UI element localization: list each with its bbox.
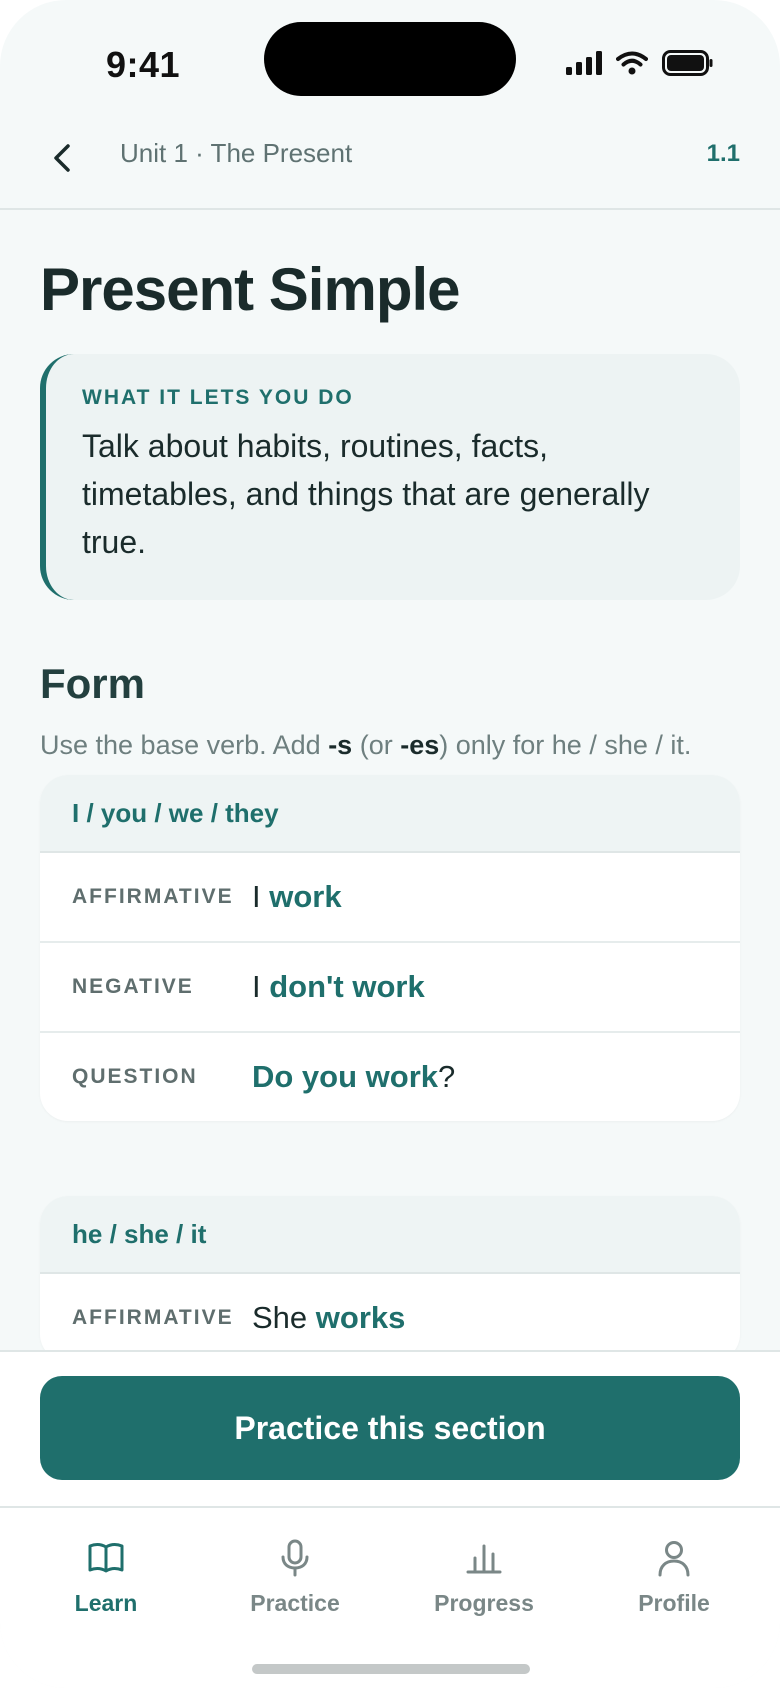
tab-label: Practice bbox=[250, 1590, 340, 1616]
form-description: Use the base verb. Add -s (or -es) only … bbox=[40, 724, 750, 766]
bottom-tab-bar: Learn Practice Progress Profile bbox=[0, 1508, 780, 1688]
page-title: Present Simple bbox=[40, 256, 461, 323]
back-chevron-icon[interactable] bbox=[46, 138, 80, 178]
phone-screen: 9:41 Unit 1 · The Present 1.1 Present Si… bbox=[0, 0, 780, 1688]
row-example: Do you work? bbox=[252, 1059, 455, 1095]
lesson-content[interactable]: Present Simple WHAT IT LETS YOU DO Talk … bbox=[0, 210, 780, 1350]
row-example: I don't work bbox=[252, 969, 425, 1005]
example-subject: I bbox=[252, 969, 270, 1004]
form-desc-suffix-s: -s bbox=[328, 730, 353, 760]
card-header: he / she / it bbox=[40, 1196, 740, 1274]
form-desc-end: ) only for he / she / it. bbox=[439, 730, 692, 760]
row-example: I work bbox=[252, 879, 342, 915]
battery-icon bbox=[662, 50, 713, 76]
row-label: AFFIRMATIVE bbox=[72, 1306, 234, 1329]
form-desc-start: Use the base verb. Add bbox=[40, 730, 329, 760]
form-desc-mid: (or bbox=[352, 730, 401, 760]
table-row: AFFIRMATIVE I work bbox=[40, 853, 740, 943]
top-nav-bar: Unit 1 · The Present 1.1 bbox=[0, 130, 780, 210]
breadcrumb: Unit 1 · The Present bbox=[120, 138, 353, 168]
tab-practice[interactable]: Practice bbox=[215, 1538, 375, 1617]
conjugation-card-third-person: he / she / it AFFIRMATIVE She works bbox=[40, 1196, 740, 1350]
example-subject: I bbox=[252, 879, 270, 914]
purpose-callout: WHAT IT LETS YOU DO Talk about habits, r… bbox=[40, 354, 740, 600]
section-number: 1.1 bbox=[706, 140, 740, 167]
person-icon bbox=[658, 1541, 690, 1577]
tab-progress[interactable]: Progress bbox=[404, 1538, 564, 1617]
book-icon bbox=[88, 1543, 124, 1573]
tab-profile[interactable]: Profile bbox=[594, 1538, 754, 1617]
example-verb: works bbox=[315, 1300, 406, 1335]
row-label: AFFIRMATIVE bbox=[72, 885, 234, 908]
example-subject: She bbox=[252, 1300, 316, 1335]
form-heading: Form bbox=[40, 660, 145, 707]
table-row: AFFIRMATIVE She works bbox=[40, 1274, 740, 1350]
example-verb: don't work bbox=[269, 969, 425, 1004]
conjugation-card-plural: I / you / we / they AFFIRMATIVE I work N… bbox=[40, 775, 740, 1121]
microphone-icon bbox=[281, 1539, 309, 1577]
tab-learn[interactable]: Learn bbox=[26, 1538, 186, 1617]
cta-bar: Practice this section bbox=[0, 1350, 780, 1508]
status-time: 9:41 bbox=[106, 44, 181, 85]
table-row: QUESTION Do you work? bbox=[40, 1033, 740, 1121]
example-verb: work bbox=[269, 879, 342, 914]
example-tail: ? bbox=[438, 1059, 456, 1094]
example-verb: Do you work bbox=[252, 1059, 439, 1094]
card-header: I / you / we / they bbox=[40, 775, 740, 853]
tab-label: Progress bbox=[434, 1590, 534, 1616]
callout-text: Talk about habits, routines, facts, time… bbox=[82, 428, 650, 560]
tab-label: Learn bbox=[74, 1590, 138, 1616]
row-example: She works bbox=[252, 1300, 405, 1336]
row-label: QUESTION bbox=[72, 1065, 198, 1088]
wifi-icon bbox=[616, 51, 648, 75]
home-indicator[interactable] bbox=[252, 1664, 530, 1674]
callout-label: WHAT IT LETS YOU DO bbox=[82, 386, 354, 409]
row-label: NEGATIVE bbox=[72, 975, 194, 998]
status-icons bbox=[566, 50, 714, 76]
form-desc-suffix-es: -es bbox=[400, 730, 440, 760]
bar-chart-icon bbox=[466, 1544, 502, 1574]
tab-label: Profile bbox=[638, 1590, 710, 1616]
signal-icon bbox=[566, 51, 602, 75]
practice-section-button[interactable]: Practice this section bbox=[40, 1376, 740, 1480]
status-bar: 9:41 bbox=[0, 0, 780, 130]
table-row: NEGATIVE I don't work bbox=[40, 943, 740, 1033]
dynamic-island bbox=[264, 22, 516, 96]
